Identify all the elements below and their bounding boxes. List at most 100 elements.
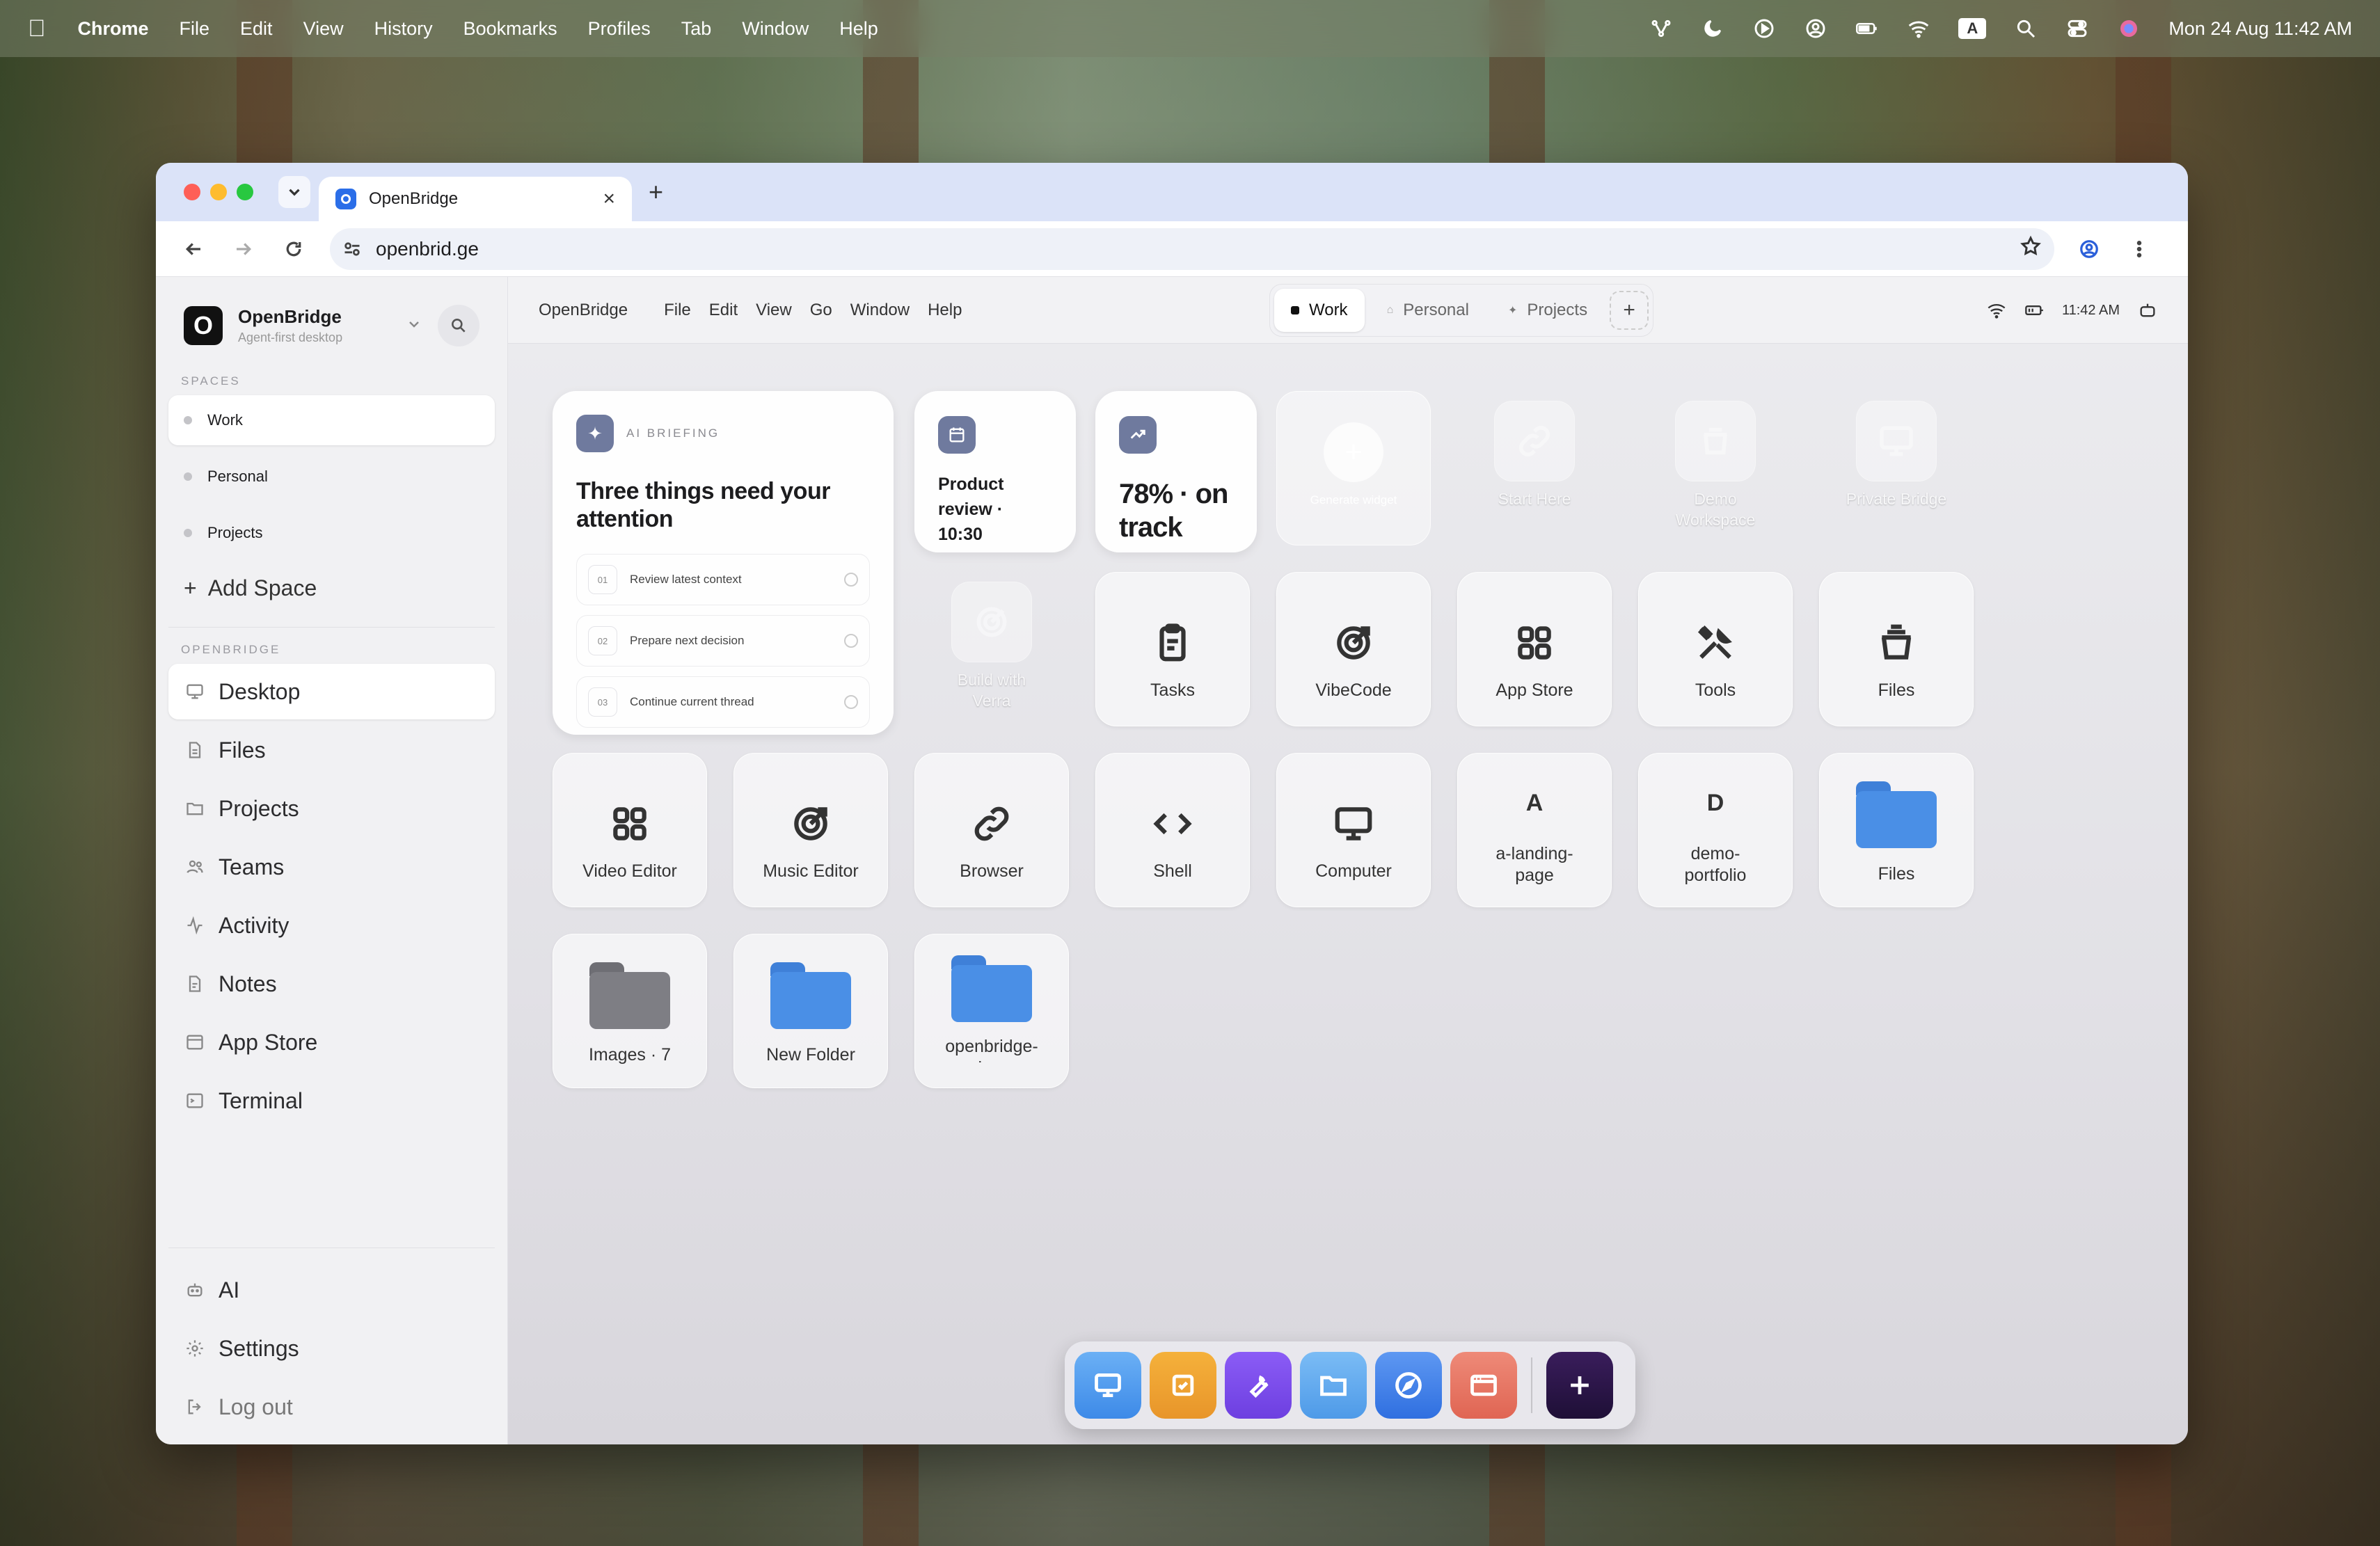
space-projects[interactable]: Projects [168, 508, 495, 558]
ai-briefing-widget[interactable]: ✦ AI BRIEFING Three things need your att… [553, 391, 894, 735]
dock-browser[interactable] [1375, 1352, 1442, 1419]
app-build-with-verra[interactable]: Build with Verra [914, 572, 1069, 726]
nav-ai[interactable]: AI [168, 1262, 495, 1318]
spotlight-search-icon[interactable] [2014, 17, 2038, 40]
battery-icon[interactable] [1855, 17, 1879, 40]
new-tab-button[interactable]: + [649, 177, 663, 207]
app-menu-name[interactable]: OpenBridge [539, 301, 628, 320]
progress-widget[interactable]: 78% · on track [1095, 391, 1257, 552]
app-video-editor[interactable]: Video Editor [553, 753, 707, 907]
menubar-bookmarks[interactable]: Bookmarks [463, 18, 557, 40]
app-tasks[interactable]: Tasks [1095, 572, 1250, 726]
robot-icon[interactable] [2138, 301, 2157, 320]
space-personal[interactable]: Personal [168, 452, 495, 502]
menubar-clock[interactable]: Mon 24 Aug 11:42 AM [2168, 18, 2352, 40]
check-circle-icon[interactable] [844, 634, 858, 648]
network-icon[interactable] [1649, 17, 1673, 40]
nav-settings[interactable]: Settings [168, 1321, 495, 1376]
app-menu-edit[interactable]: Edit [709, 301, 738, 320]
nav-terminal[interactable]: Terminal [168, 1073, 495, 1129]
app-vibecode[interactable]: VibeCode [1276, 572, 1431, 726]
reload-icon[interactable] [274, 230, 313, 269]
minimize-window-button[interactable] [210, 184, 227, 200]
back-icon[interactable] [174, 230, 213, 269]
close-window-button[interactable] [184, 184, 200, 200]
menubar-window[interactable]: Window [742, 18, 809, 40]
add-space-button[interactable]: + Add Space [168, 564, 495, 612]
nav-activity[interactable]: Activity [168, 898, 495, 953]
more-menu-icon[interactable] [2120, 230, 2159, 269]
app-demo-portfolio[interactable]: D demo-portfolio [1638, 753, 1793, 907]
play-icon[interactable] [1752, 17, 1776, 40]
bookmark-star-icon[interactable] [2020, 235, 2042, 262]
dock-add-button[interactable] [1546, 1352, 1613, 1419]
zoom-window-button[interactable] [237, 184, 253, 200]
briefing-item[interactable]: 01 Review latest context [576, 554, 870, 605]
folder-new-folder[interactable]: New Folder [733, 934, 888, 1088]
menubar-tab[interactable]: Tab [681, 18, 712, 40]
user-icon[interactable] [1804, 17, 1827, 40]
add-space-tab-button[interactable]: + [1610, 291, 1649, 330]
forward-icon[interactable] [224, 230, 263, 269]
app-private-bridge[interactable]: Private Bridge [1819, 391, 1974, 545]
dock-files[interactable] [1300, 1352, 1367, 1419]
nav-projects[interactable]: Projects [168, 781, 495, 836]
folder-images[interactable]: Images · 7 [553, 934, 707, 1088]
menubar-help[interactable]: Help [839, 18, 878, 40]
nav-app-store[interactable]: App Store [168, 1014, 495, 1070]
moon-icon[interactable] [1701, 17, 1724, 40]
close-tab-icon[interactable]: × [603, 187, 615, 211]
folder-files[interactable]: Files [1819, 753, 1974, 907]
space-work[interactable]: Work [168, 395, 495, 445]
generate-widget-button[interactable]: + Generate widget [1276, 391, 1431, 545]
briefing-item[interactable]: 03 Continue current thread [576, 676, 870, 728]
nav-log-out[interactable]: Log out [168, 1379, 495, 1435]
site-settings-icon[interactable] [342, 239, 362, 259]
nav-teams[interactable]: Teams [168, 839, 495, 895]
chevron-down-icon[interactable] [406, 316, 422, 336]
check-circle-icon[interactable] [844, 573, 858, 587]
app-tools[interactable]: Tools [1638, 572, 1793, 726]
wifi-icon[interactable] [1907, 17, 1930, 40]
browser-tab[interactable]: OpenBridge × [319, 177, 632, 221]
menubar-edit[interactable]: Edit [240, 18, 273, 40]
menubar-view[interactable]: View [303, 18, 344, 40]
app-menu-window[interactable]: Window [850, 301, 910, 320]
folder-openbridge-workspace[interactable]: openbridge-workspace [914, 934, 1069, 1088]
app-start-here[interactable]: Start Here [1457, 391, 1612, 545]
address-bar[interactable]: openbrid.ge [330, 228, 2054, 270]
nav-desktop[interactable]: Desktop [168, 664, 495, 719]
app-app-store[interactable]: App Store [1457, 572, 1612, 726]
app-files[interactable]: Files [1819, 572, 1974, 726]
apple-menu-icon[interactable]:  [28, 15, 46, 42]
app-computer[interactable]: Computer [1276, 753, 1431, 907]
tab-search-chevron-icon[interactable] [278, 176, 310, 208]
space-tab-personal[interactable]: ⌂ Personal [1370, 289, 1486, 332]
siri-icon[interactable] [2117, 17, 2141, 40]
menubar-app-name[interactable]: Chrome [78, 18, 149, 40]
dock-desktop[interactable] [1074, 1352, 1141, 1419]
app-menu-view[interactable]: View [756, 301, 792, 320]
dock-tasks[interactable] [1150, 1352, 1216, 1419]
nav-notes[interactable]: Notes [168, 956, 495, 1012]
check-circle-icon[interactable] [844, 695, 858, 709]
app-browser[interactable]: Browser [914, 753, 1069, 907]
menubar-file[interactable]: File [180, 18, 210, 40]
keyboard-input-icon[interactable]: A [1958, 18, 1987, 39]
control-center-icon[interactable] [2065, 17, 2089, 40]
app-music-editor[interactable]: Music Editor [733, 753, 888, 907]
url-text[interactable]: openbrid.ge [376, 238, 479, 260]
briefing-item[interactable]: 02 Prepare next decision [576, 615, 870, 667]
menubar-profiles[interactable]: Profiles [588, 18, 651, 40]
menubar-history[interactable]: History [374, 18, 433, 40]
calendar-widget[interactable]: Product review · 10:30 [914, 391, 1076, 552]
app-menu-file[interactable]: File [664, 301, 691, 320]
nav-files[interactable]: Files [168, 722, 495, 778]
app-menu-go[interactable]: Go [810, 301, 832, 320]
sidebar-search-button[interactable] [438, 305, 479, 346]
dock-tools[interactable] [1225, 1352, 1292, 1419]
profile-icon[interactable] [2070, 230, 2109, 269]
app-demo-workspace[interactable]: Demo Workspace [1638, 391, 1793, 545]
app-menu-help[interactable]: Help [928, 301, 962, 320]
app-a-landing-page[interactable]: A a-landing-page [1457, 753, 1612, 907]
